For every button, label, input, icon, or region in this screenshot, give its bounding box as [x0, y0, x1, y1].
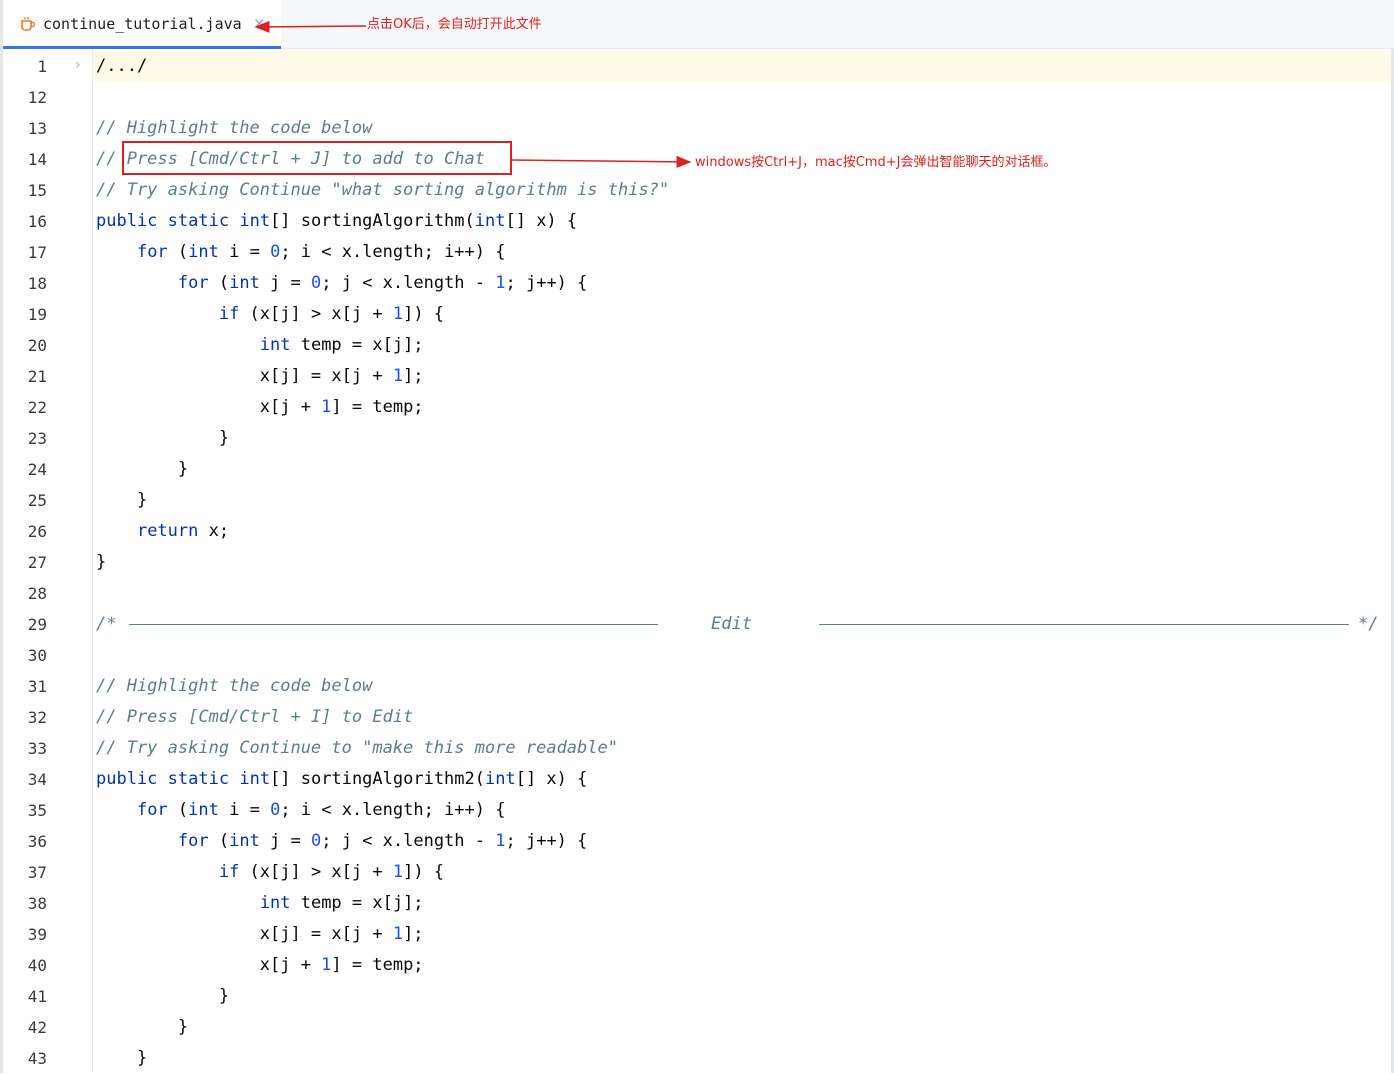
chat-annotation-arrow — [511, 155, 692, 168]
chat-annotation-text: windows按Ctrl+J，mac按Cmd+J会弹出智能聊天的对话框。 — [695, 155, 1057, 170]
tab-annotation-arrow — [254, 20, 367, 33]
tab-annotation-text: 点击OK后，会自动打开此文件 — [367, 17, 542, 32]
